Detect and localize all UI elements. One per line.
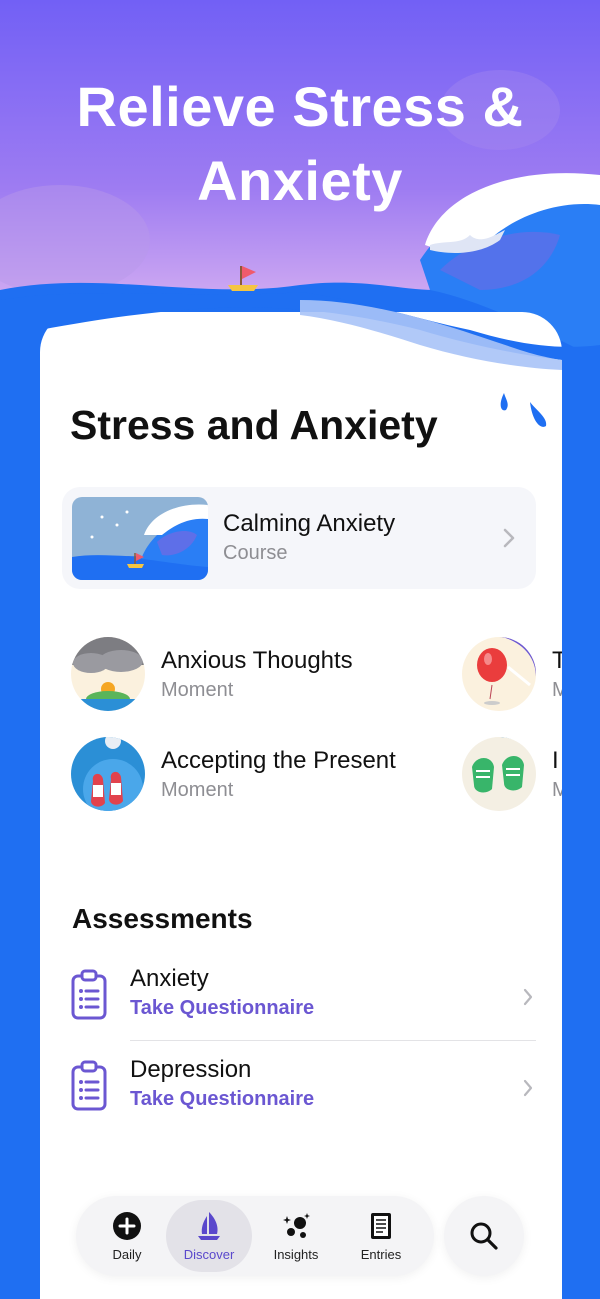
assessment-title: Depression xyxy=(130,1056,252,1083)
course-row-calming-anxiety[interactable]: Calming Anxiety Course xyxy=(62,487,536,589)
moment-subtitle: Moment xyxy=(161,779,234,801)
tab-daily[interactable]: Daily xyxy=(84,1196,170,1276)
boat-icon xyxy=(228,266,258,291)
bottom-tab-bar: Daily Discover Insights Entries xyxy=(76,1196,434,1276)
storm-cloud-sun-illustration xyxy=(71,637,145,711)
tab-discover[interactable]: Discover xyxy=(166,1200,252,1272)
tab-entries[interactable]: Entries xyxy=(338,1196,424,1276)
hero-title-line2: Anxiety xyxy=(197,149,403,212)
take-questionnaire-link[interactable]: Take Questionnaire xyxy=(130,997,314,1020)
clipboard-icon xyxy=(71,1060,107,1111)
balloon-pin-illustration xyxy=(462,637,536,711)
tab-insights[interactable]: Insights xyxy=(253,1196,339,1276)
moment-title: Anxious Thoughts xyxy=(161,647,353,674)
course-title: Calming Anxiety xyxy=(223,510,396,537)
plus-circle-icon xyxy=(113,1212,141,1240)
assessment-row-depression[interactable]: Depression Take Questionnaire xyxy=(70,1056,536,1136)
search-icon xyxy=(470,1222,498,1250)
moment-title: I xyxy=(552,747,559,774)
section-title: Stress and Anxiety xyxy=(70,402,438,448)
hero-title: Relieve Stress & Anxiety xyxy=(0,70,600,218)
divider xyxy=(130,1040,536,1041)
tab-label: Entries xyxy=(360,1247,402,1262)
course-subtitle: Course xyxy=(223,542,288,564)
wave-boat-illustration xyxy=(72,497,208,580)
moment-title: Accepting the Present xyxy=(161,747,396,774)
tab-label: Daily xyxy=(112,1247,142,1262)
hero-title-line1: Relieve Stress & xyxy=(76,75,524,138)
take-questionnaire-link[interactable]: Take Questionnaire xyxy=(130,1088,314,1111)
assessment-row-anxiety[interactable]: Anxiety Take Questionnaire xyxy=(70,965,536,1045)
chevron-right-icon xyxy=(523,1079,533,1097)
clipboard-icon xyxy=(71,969,107,1020)
search-button[interactable] xyxy=(444,1196,524,1276)
tab-label: Discover xyxy=(183,1247,235,1262)
sparkle-dots-icon xyxy=(283,1213,310,1238)
chevron-right-icon xyxy=(523,988,533,1006)
journal-icon xyxy=(371,1213,391,1239)
moment-subtitle: Moment xyxy=(161,679,234,701)
assessments-title: Assessments xyxy=(72,903,253,934)
sneakers-top-view-illustration xyxy=(71,737,145,811)
assessment-title: Anxiety xyxy=(130,965,209,992)
chevron-right-icon xyxy=(503,528,515,548)
green-sneakers-illustration xyxy=(462,737,536,811)
ocean-edge xyxy=(562,560,600,1299)
tab-label: Insights xyxy=(273,1247,319,1262)
sailboat-icon xyxy=(198,1212,220,1240)
